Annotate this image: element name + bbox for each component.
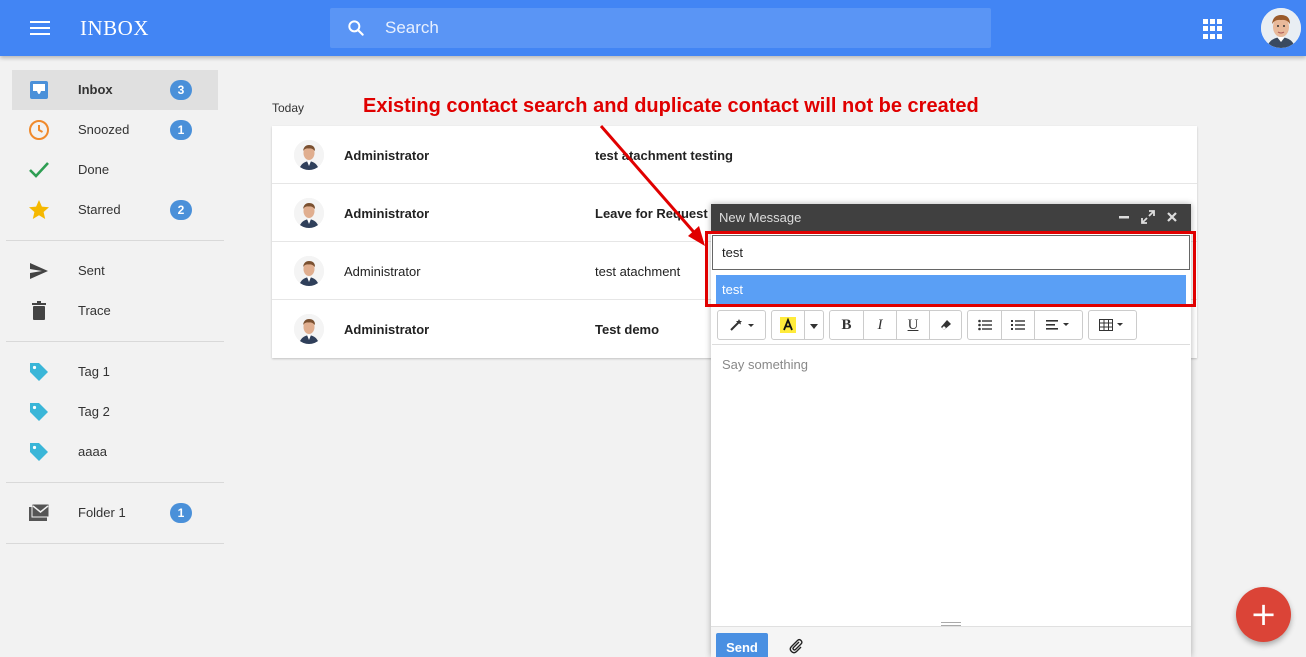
user-avatar[interactable] [1261, 8, 1301, 48]
paragraph-group [967, 310, 1083, 340]
contact-suggestion[interactable]: test [716, 275, 1186, 304]
search-bar[interactable] [330, 8, 991, 48]
count-badge: 1 [170, 120, 192, 140]
mail-sender: Administrator [344, 322, 430, 337]
section-label: Today [272, 101, 305, 115]
body-placeholder: Say something [722, 357, 808, 372]
close-icon[interactable] [1164, 209, 1180, 225]
apps-grid-icon[interactable] [1203, 19, 1223, 39]
compose-header: New Message [711, 204, 1191, 231]
sidebar-item-inbox[interactable]: Inbox 3 [12, 70, 218, 110]
search-input[interactable] [385, 8, 975, 48]
sidebar-item-folder-1[interactable]: Folder 1 1 [12, 493, 218, 533]
magic-wand-icon[interactable] [718, 311, 765, 339]
text-highlight-icon[interactable] [772, 311, 804, 339]
sidebar-item-label: Snoozed [78, 122, 130, 137]
trash-icon [32, 301, 46, 320]
numbered-list-icon[interactable] [1001, 311, 1034, 339]
sidebar-item-label: Trace [78, 303, 111, 318]
star-icon [29, 200, 49, 219]
sidebar-item-label: Tag 2 [78, 404, 110, 419]
annotation-arrow [599, 125, 705, 246]
sidebar-item-sent[interactable]: Sent [12, 251, 218, 291]
mail-sender: Administrator [344, 206, 430, 221]
search-icon [348, 20, 364, 36]
recipient-field[interactable] [712, 235, 1190, 270]
recipient-input[interactable] [722, 236, 1172, 269]
align-icon[interactable] [1034, 311, 1082, 339]
plus-icon: + [1250, 595, 1277, 633]
sidebar-item-label: Tag 1 [78, 364, 110, 379]
mail-subject: Test demo [595, 322, 660, 337]
divider [6, 341, 224, 342]
compose-window: New Message test B I U [711, 204, 1191, 657]
sidebar-item-starred[interactable]: Starred 2 [12, 190, 218, 230]
expand-icon[interactable] [1140, 209, 1156, 225]
underline-icon[interactable]: U [896, 311, 929, 339]
sidebar-item-tag-1[interactable]: Tag 1 [12, 352, 218, 392]
mail-sender: Administrator [344, 148, 430, 163]
sidebar-item-aaaa[interactable]: aaaa [12, 432, 218, 472]
inbox-icon [30, 81, 48, 99]
sidebar-item-label: Folder 1 [78, 505, 126, 520]
divider [6, 482, 224, 483]
sidebar-item-label: Inbox [78, 82, 113, 97]
mail-row[interactable]: Administrator test atachment testing [272, 126, 1197, 184]
sidebar-item-label: Starred [78, 202, 121, 217]
compose-title: New Message [719, 210, 802, 225]
mail-subject: test atachment [595, 264, 681, 279]
minimize-icon[interactable] [1116, 209, 1132, 225]
menu-icon[interactable] [22, 17, 58, 41]
bullet-list-icon[interactable] [968, 311, 1001, 339]
divider [6, 240, 224, 241]
message-body[interactable]: Say something [712, 344, 1190, 622]
suggestion-label: test [722, 282, 743, 297]
mail-sender: Administrator [344, 264, 421, 279]
sidebar-item-done[interactable]: Done [12, 150, 218, 190]
tag-icon [30, 443, 48, 461]
color-group [771, 310, 824, 340]
bold-icon[interactable]: B [830, 311, 863, 339]
check-icon [29, 162, 49, 178]
count-badge: 3 [170, 80, 192, 100]
count-badge: 1 [170, 503, 192, 523]
table-group [1088, 310, 1137, 340]
app-title: INBOX [80, 16, 149, 40]
clock-icon [29, 120, 49, 140]
sender-avatar [294, 314, 324, 344]
sidebar-item-label: aaaa [78, 444, 107, 459]
sidebar-item-trace[interactable]: Trace [12, 291, 218, 331]
compose-footer: Send [711, 626, 1191, 657]
table-icon[interactable] [1089, 311, 1136, 339]
sender-avatar [294, 256, 324, 286]
send-button[interactable]: Send [716, 633, 768, 657]
send-icon [30, 263, 48, 279]
italic-icon[interactable]: I [863, 311, 896, 339]
sidebar-item-tag-2[interactable]: Tag 2 [12, 392, 218, 432]
sidebar-item-label: Done [78, 162, 110, 177]
tag-icon [30, 403, 48, 421]
sidebar-item-snoozed[interactable]: Snoozed 1 [12, 110, 218, 150]
paperclip-icon[interactable] [788, 638, 804, 654]
eraser-icon[interactable] [929, 311, 961, 339]
sidebar-item-label: Sent [78, 263, 105, 278]
format-group: B I U [829, 310, 962, 340]
style-group [717, 310, 766, 340]
chevron-down-icon[interactable] [804, 311, 823, 339]
count-badge: 2 [170, 200, 192, 220]
sender-avatar [294, 198, 324, 228]
compose-fab-button[interactable]: + [1236, 587, 1291, 642]
editor-toolbar: B I U [711, 310, 1191, 344]
divider [6, 543, 224, 544]
sender-avatar [294, 140, 324, 170]
top-app-bar: INBOX [0, 0, 1306, 56]
tag-icon [30, 363, 48, 381]
folder-mail-icon [29, 503, 50, 521]
annotation-text: Existing contact search and duplicate co… [363, 95, 979, 117]
